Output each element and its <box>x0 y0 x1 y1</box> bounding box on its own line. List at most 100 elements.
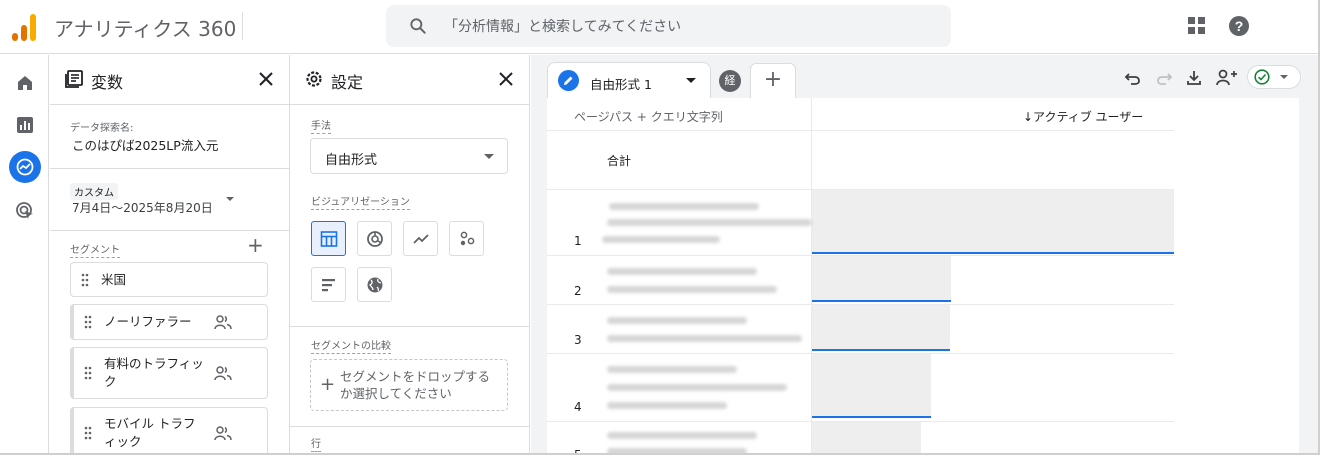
redacted-text <box>607 402 727 409</box>
redacted-text <box>607 448 747 453</box>
analytics-logo-icon[interactable] <box>12 13 38 41</box>
download-icon[interactable] <box>1184 68 1204 88</box>
segment-chip[interactable]: ノーリファラー <box>70 304 268 340</box>
rail-explore[interactable] <box>9 151 41 183</box>
globe-icon <box>367 277 382 292</box>
segments-label-wrap: セグメント <box>70 241 120 258</box>
edit-pencil-icon[interactable] <box>558 70 579 91</box>
viz-donut-button[interactable] <box>357 221 392 256</box>
donut-chart-icon <box>366 230 383 247</box>
row-bar-fill <box>812 305 950 351</box>
drag-handle-icon[interactable] <box>81 273 89 287</box>
search-input[interactable]: 「分析情報」と検索してみてください <box>444 16 681 36</box>
redacted-text <box>607 286 777 293</box>
add-tab-button[interactable]: + <box>750 63 796 98</box>
freeform-table: ページパス + クエリ文字列 ↓アクティブ ユーザー 合計 1 2 3 4 5 <box>547 98 1299 455</box>
apps-grid-icon[interactable] <box>1188 17 1206 35</box>
exploration-canvas: 自由形式 1 経 + ページパス + クエリ文字列 ↓アクティブ ユーザー 合計… <box>531 55 1318 455</box>
row-bar-fill <box>812 422 921 453</box>
dimension-column-header[interactable]: ページパス + クエリ文字列 <box>574 108 723 125</box>
divider <box>50 230 289 231</box>
segment-chip[interactable]: 米国 <box>70 262 268 297</box>
row-divider <box>547 130 1174 131</box>
chevron-down-icon <box>1280 75 1288 79</box>
drag-handle-icon[interactable] <box>84 366 92 380</box>
redacted-text <box>607 219 812 226</box>
close-icon[interactable] <box>257 70 275 88</box>
left-nav-rail <box>0 55 49 453</box>
drag-handle-icon[interactable] <box>84 426 92 440</box>
segment-label: ノーリファラー <box>104 314 192 329</box>
row-bar-indicator <box>812 416 931 418</box>
row-bar-fill <box>812 256 951 302</box>
help-icon[interactable]: ? <box>1229 16 1249 36</box>
viz-scatter-button[interactable] <box>449 221 484 256</box>
metric-column-header[interactable]: ↓アクティブ ユーザー <box>1023 108 1143 125</box>
segments-label: セグメント <box>70 245 120 258</box>
title-divider <box>242 12 243 40</box>
rail-reports[interactable] <box>9 109 41 141</box>
date-range-picker[interactable]: 7月4日～2025年8月20日 <box>72 199 213 216</box>
row-index: 3 <box>574 333 582 347</box>
date-range-caret-icon[interactable] <box>226 197 234 201</box>
divider <box>50 168 289 169</box>
settings-title: 設定 <box>331 73 364 92</box>
drag-handle-icon[interactable] <box>84 315 92 329</box>
variables-header: 変数 <box>50 55 289 105</box>
home-icon <box>18 76 32 90</box>
data-quality-status[interactable] <box>1247 65 1301 89</box>
row-index: 1 <box>574 234 582 248</box>
date-range-badge: カスタム <box>70 183 118 200</box>
segment-chip[interactable]: 有料のトラフィック <box>70 347 268 399</box>
tab-menu-chevron-icon[interactable] <box>686 78 696 83</box>
exploration-name-label: データ探索名: <box>70 123 134 134</box>
variables-panel: 変数 データ探索名: このはぴば2025LP流入元 カスタム 7月4日～2025… <box>50 55 290 453</box>
explore-icon <box>16 158 34 176</box>
add-segment-icon[interactable]: + <box>247 235 264 255</box>
visualization-label: ビジュアリゼーション <box>311 197 410 210</box>
exploration-name-field[interactable]: このはぴば2025LP流入元 <box>72 135 218 154</box>
people-icon <box>214 366 232 381</box>
row-index: 5 <box>574 448 582 455</box>
people-icon <box>214 315 232 330</box>
rows-label-wrap: 行 <box>311 435 321 452</box>
close-icon[interactable] <box>497 70 515 88</box>
viz-geo-button[interactable] <box>357 267 392 302</box>
row-bar-fill <box>812 354 931 418</box>
visualization-label-wrap: ビジュアリゼーション <box>311 193 410 210</box>
chevron-down-icon <box>484 154 494 159</box>
check-circle-icon <box>1254 69 1270 85</box>
segment-label: モバイル トラフィック <box>104 416 196 449</box>
variables-title: 変数 <box>91 73 124 92</box>
table-icon <box>320 230 337 247</box>
segment-drop-zone[interactable]: + セグメントをドロップするか選択してください <box>310 359 508 411</box>
tab-freeform[interactable]: 自由形式 1 <box>547 62 711 98</box>
segment-chip[interactable]: モバイル トラフィック <box>70 407 268 453</box>
bar-chart-icon <box>321 278 335 291</box>
settings-panel: 設定 手法 自由形式 ビジュアリゼーション セグメントの比較 + セグメントをド… <box>290 55 530 453</box>
search-bar[interactable]: 「分析情報」と検索してみてください <box>386 5 951 47</box>
app-window: アナリティクス 360 「分析情報」と検索してみてください ? 変数 データ探索… <box>0 0 1320 455</box>
divider <box>290 426 529 427</box>
segment-label: 有料のトラフィック <box>104 356 204 389</box>
undo-icon[interactable] <box>1123 68 1143 88</box>
path-exploration-badge[interactable]: 経 <box>719 70 741 92</box>
redacted-text <box>607 432 757 439</box>
segment-drop-text: セグメントをドロップするか選択してください <box>340 369 491 401</box>
segment-compare-label-wrap: セグメントの比較 <box>311 337 391 354</box>
rail-advertising[interactable] <box>9 195 41 227</box>
technique-select[interactable]: 自由形式 <box>310 138 508 174</box>
segment-compare-label: セグメントの比較 <box>311 341 391 354</box>
redacted-text <box>607 335 802 342</box>
viz-line-button[interactable] <box>403 221 438 256</box>
redo-icon[interactable] <box>1154 68 1174 88</box>
viz-table-button[interactable] <box>311 221 346 256</box>
tab-label: 自由形式 1 <box>590 77 652 92</box>
viz-bar-button[interactable] <box>311 267 346 302</box>
row-bar-indicator <box>812 300 951 302</box>
share-add-user-icon[interactable] <box>1215 68 1239 88</box>
search-icon <box>410 18 426 34</box>
advertising-icon <box>16 202 33 219</box>
rows-label: 行 <box>311 439 321 452</box>
rail-home[interactable] <box>9 67 41 99</box>
